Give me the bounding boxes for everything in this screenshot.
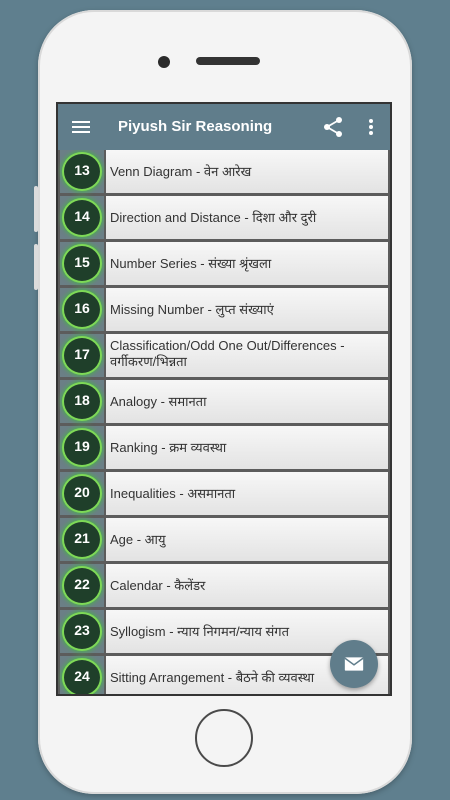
topic-number: 22 bbox=[74, 576, 90, 592]
topic-number: 13 bbox=[74, 162, 90, 178]
email-fab-button[interactable] bbox=[330, 640, 378, 688]
topic-number-badge: 14 bbox=[60, 196, 104, 239]
more-vert-icon[interactable] bbox=[368, 118, 374, 136]
topic-number-badge: 21 bbox=[60, 518, 104, 561]
topic-label: Syllogism - न्याय निगमन/न्याय संगत bbox=[110, 624, 289, 639]
app-title: Piyush Sir Reasoning bbox=[118, 118, 273, 135]
topic-row[interactable]: 18 Analogy - समानता bbox=[60, 380, 388, 423]
topic-row[interactable]: 16 Missing Number - लुप्त संख्याएं bbox=[60, 288, 388, 331]
topic-label: Direction and Distance - दिशा और दुरी bbox=[110, 210, 317, 225]
topic-number-badge: 16 bbox=[60, 288, 104, 331]
topic-number-badge: 19 bbox=[60, 426, 104, 469]
topic-number: 17 bbox=[74, 346, 90, 362]
topic-row[interactable]: 17 Classification/Odd One Out/Difference… bbox=[60, 334, 388, 377]
topic-number-badge: 15 bbox=[60, 242, 104, 285]
topic-label: Calendar - कैलेंडर bbox=[110, 578, 206, 593]
topic-row[interactable]: 21 Age - आयु bbox=[60, 518, 388, 561]
topic-label: Missing Number - लुप्त संख्याएं bbox=[110, 302, 274, 317]
topic-number-badge: 13 bbox=[60, 150, 104, 193]
topic-label: Ranking - क्रम व्यवस्था bbox=[110, 440, 227, 455]
hamburger-menu-icon[interactable] bbox=[72, 121, 90, 133]
volume-button bbox=[34, 244, 38, 290]
topic-number: 16 bbox=[74, 300, 90, 316]
topic-number-badge: 17 bbox=[60, 334, 104, 377]
volume-button bbox=[34, 186, 38, 232]
app-bar: Piyush Sir Reasoning bbox=[58, 104, 390, 150]
topic-label: Analogy - समानता bbox=[110, 394, 207, 409]
topic-number: 21 bbox=[74, 530, 90, 546]
topic-number-badge: 23 bbox=[60, 610, 104, 653]
topic-row[interactable]: 19 Ranking - क्रम व्यवस्था bbox=[60, 426, 388, 469]
topic-label: Venn Diagram - वेन आरेख bbox=[110, 164, 252, 179]
topic-label: Age - आयु bbox=[110, 532, 166, 547]
topic-row[interactable]: 20 Inequalities - असमानता bbox=[60, 472, 388, 515]
topic-row[interactable]: 13 Venn Diagram - वेन आरेख bbox=[60, 150, 388, 193]
topic-number-badge: 20 bbox=[60, 472, 104, 515]
topic-number: 19 bbox=[74, 438, 90, 454]
front-camera bbox=[158, 56, 170, 68]
topic-number-badge: 18 bbox=[60, 380, 104, 423]
topic-row[interactable]: 14 Direction and Distance - दिशा और दुरी bbox=[60, 196, 388, 239]
home-button[interactable] bbox=[195, 709, 253, 767]
app-screen: Piyush Sir Reasoning 13 Venn Diagram - व… bbox=[56, 102, 392, 696]
topic-label: Sitting Arrangement - बैठने की व्यवस्था bbox=[110, 670, 315, 685]
topic-number: 18 bbox=[74, 392, 90, 408]
share-icon[interactable] bbox=[322, 116, 344, 138]
topic-number: 14 bbox=[74, 208, 90, 224]
topic-number-badge: 22 bbox=[60, 564, 104, 607]
topic-row[interactable]: 22 Calendar - कैलेंडर bbox=[60, 564, 388, 607]
topic-list: 13 Venn Diagram - वेन आरेख 14 Direction … bbox=[58, 150, 390, 694]
topic-number: 24 bbox=[74, 668, 90, 684]
topic-label: Number Series - संख्या श्रृंखला bbox=[110, 256, 272, 271]
topic-number-badge: 24 bbox=[60, 656, 104, 694]
topic-number: 20 bbox=[74, 484, 90, 500]
topic-number: 23 bbox=[74, 622, 90, 638]
earpiece-speaker bbox=[196, 57, 260, 65]
topic-number: 15 bbox=[74, 254, 90, 270]
email-icon bbox=[344, 657, 364, 671]
topic-label: Classification/Odd One Out/Differences -… bbox=[110, 338, 345, 369]
topic-label: Inequalities - असमानता bbox=[110, 486, 236, 501]
topic-row[interactable]: 15 Number Series - संख्या श्रृंखला bbox=[60, 242, 388, 285]
